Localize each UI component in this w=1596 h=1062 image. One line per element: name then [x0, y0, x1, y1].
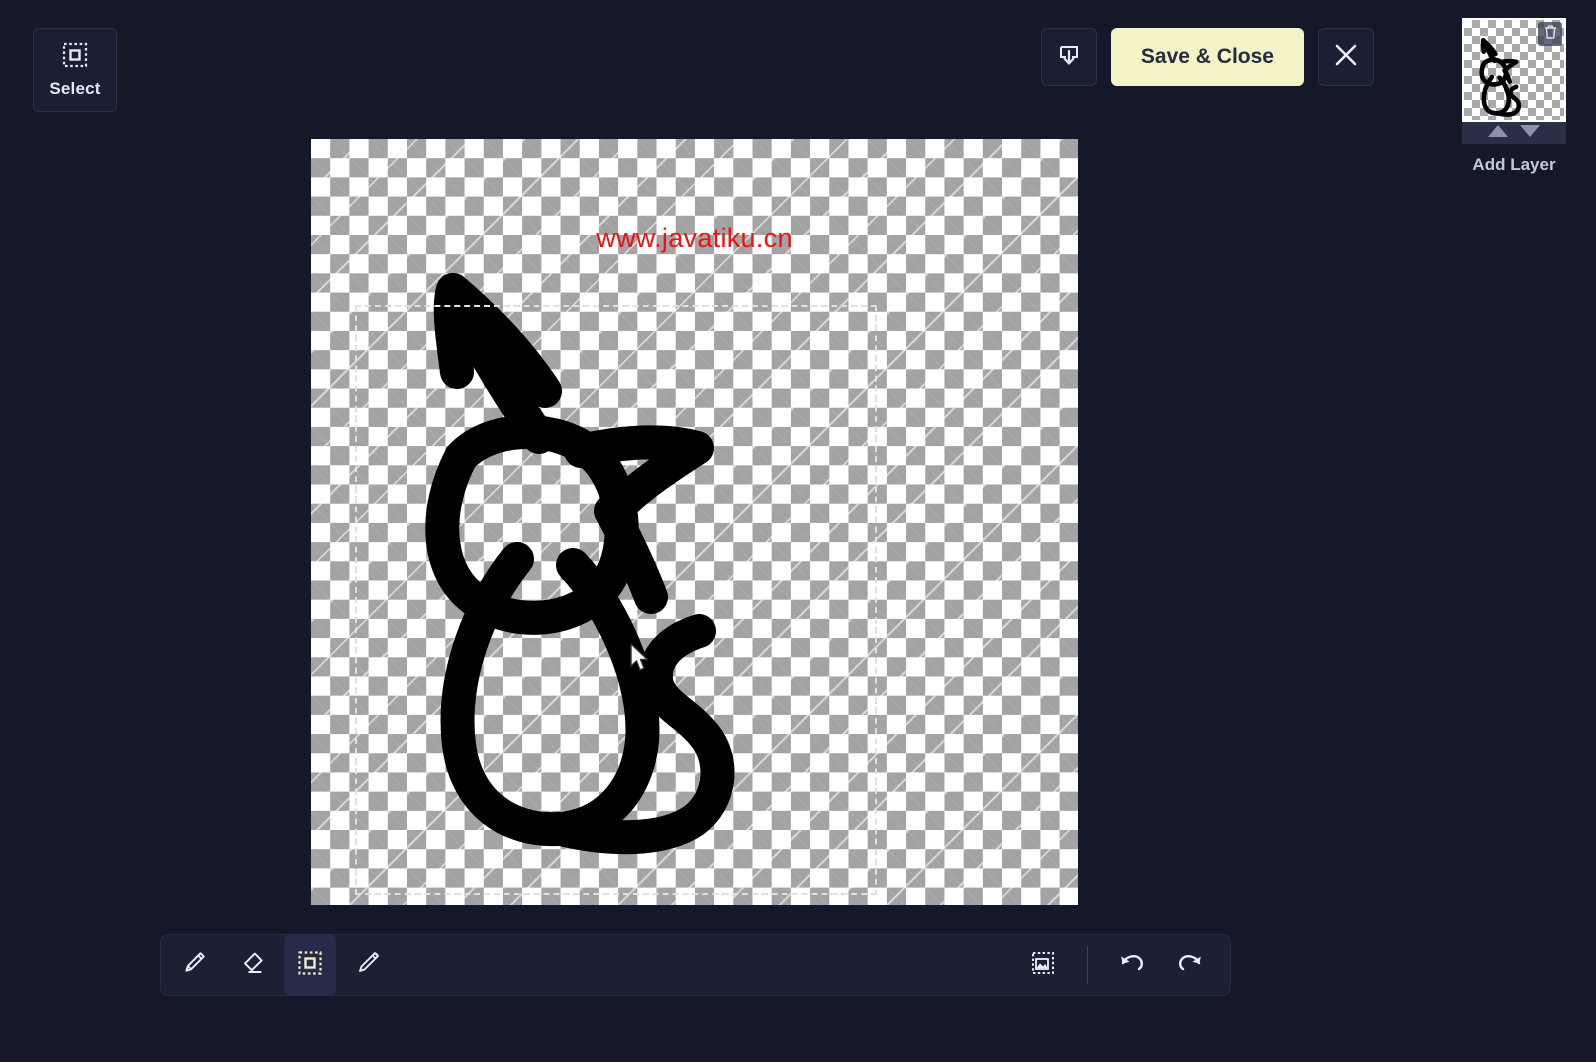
brush-tool-button[interactable] — [168, 935, 220, 995]
download-icon — [1057, 43, 1081, 72]
toolbar-divider — [1087, 946, 1088, 984]
move-layer-down-button[interactable] — [1519, 124, 1541, 143]
layer-order-controls — [1462, 122, 1566, 144]
add-layer-button[interactable]: Add Layer — [1472, 155, 1555, 175]
download-button[interactable] — [1040, 28, 1097, 86]
eraser-tool-button[interactable] — [226, 935, 278, 995]
select-tool-label: Select — [49, 78, 101, 98]
brush-icon — [181, 950, 207, 981]
trash-icon — [1543, 24, 1558, 45]
save-and-close-button[interactable]: Save & Close — [1110, 28, 1304, 86]
crop-image-tool-button[interactable] — [1017, 935, 1069, 995]
eraser-icon — [239, 950, 265, 981]
close-button[interactable] — [1318, 28, 1374, 86]
bottom-toolbar — [160, 934, 1231, 996]
undo-icon — [1118, 950, 1146, 981]
image-selection-icon — [1030, 950, 1056, 981]
toolbar-right-group — [1017, 935, 1216, 995]
image-editor-app: Select Save & Close Add Layer www.javati… — [0, 0, 1596, 1062]
close-icon — [1333, 42, 1359, 73]
redo-icon — [1176, 950, 1204, 981]
selection-square-icon — [297, 950, 323, 981]
delete-layer-button[interactable] — [1538, 22, 1562, 46]
redo-button[interactable] — [1164, 935, 1216, 995]
select-tool-button-bottom[interactable] — [284, 935, 336, 995]
select-tool-button[interactable]: Select — [33, 28, 117, 112]
move-layer-up-button[interactable] — [1487, 124, 1509, 143]
selection-square-icon — [62, 42, 88, 73]
cat-line-drawing — [425, 273, 735, 855]
layer-thumbnail[interactable] — [1462, 18, 1566, 122]
pen-icon — [355, 950, 381, 981]
drawing-tools-group — [168, 935, 394, 995]
undo-button[interactable] — [1106, 935, 1158, 995]
layer-panel: Add Layer — [1462, 18, 1566, 175]
top-actions: Save & Close — [1040, 28, 1374, 86]
drawing-canvas[interactable]: www.javatiku.cn — [311, 139, 1078, 905]
eyedropper-tool-button[interactable] — [342, 935, 394, 995]
